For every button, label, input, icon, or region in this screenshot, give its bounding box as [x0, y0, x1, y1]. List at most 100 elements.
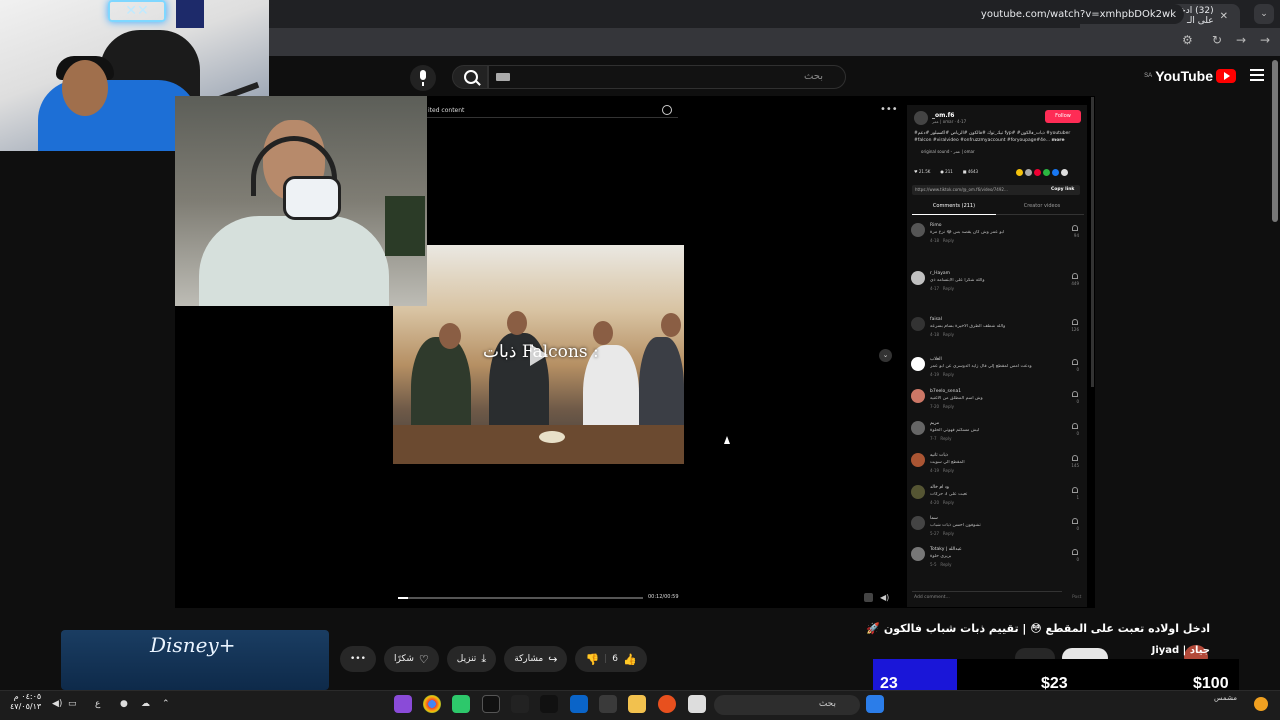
reload-icon[interactable]: ↻	[1212, 33, 1222, 47]
commenter-name[interactable]: b7eelo_sena1	[930, 389, 961, 394]
like-heart-icon[interactable]	[1072, 487, 1078, 493]
add-comment-input[interactable]: Add comment...	[912, 591, 1062, 603]
task-view-icon[interactable]	[688, 695, 706, 713]
commenter-avatar[interactable]	[911, 453, 925, 467]
youtube-logo[interactable]: SA YouTube	[1144, 68, 1236, 84]
comments-count[interactable]: ● 211	[940, 169, 952, 174]
post-comment-button[interactable]: Post	[1072, 595, 1081, 600]
comment-item[interactable]: مريم ليش مسكتم قهوتي الحلوة 7-7 Reply 0	[911, 421, 1081, 451]
like-heart-icon[interactable]	[1072, 391, 1078, 397]
follow-button[interactable]: Follow	[1045, 110, 1081, 123]
app-icon-dark[interactable]	[511, 695, 529, 713]
forward-share-icon[interactable]	[1061, 169, 1068, 176]
forward-icon[interactable]: →	[1236, 33, 1246, 47]
pip-icon[interactable]	[864, 593, 873, 602]
commenter-name[interactable]: ود ام خالد	[930, 485, 949, 490]
like-heart-icon[interactable]	[1072, 225, 1078, 231]
like-heart-icon[interactable]	[1072, 549, 1078, 555]
like-heart-icon[interactable]	[1072, 423, 1078, 429]
comment-item[interactable]: ذبات ثانيه المقطع الي سويت 4-19 Reply 145	[911, 453, 1081, 483]
search-icon[interactable]	[452, 65, 488, 89]
play-icon[interactable]	[530, 344, 548, 366]
commenter-avatar[interactable]	[911, 516, 925, 530]
more-options-icon[interactable]: •••	[880, 104, 898, 115]
comment-item[interactable]: faisal والله شطف الطرق الاخيرة بسام بسرعه…	[911, 317, 1081, 347]
language-indicator[interactable]: ع	[95, 699, 100, 709]
outlook-app-icon[interactable]	[570, 695, 588, 713]
epic-games-icon[interactable]	[482, 695, 500, 713]
like-heart-icon[interactable]	[1072, 518, 1078, 524]
commenter-name[interactable]: ذبات ثانيه	[930, 453, 948, 458]
comment-item[interactable]: Totaky | عبدالله بريري حلوة 5-5 Reply 0	[911, 547, 1081, 577]
commenter-avatar[interactable]	[911, 271, 925, 285]
commenter-avatar[interactable]	[911, 317, 925, 331]
channel-name[interactable]: Jiyad | جياد	[1152, 645, 1210, 656]
address-bar[interactable]: youtube.com/watch?v=xmhpbDOk2wk	[264, 4, 1184, 24]
chrome-app-icon[interactable]	[423, 695, 441, 713]
brave-app-icon[interactable]	[658, 695, 676, 713]
commenter-name[interactable]: Rimo	[930, 223, 942, 228]
download-button[interactable]: تنزيل ⤓	[446, 646, 497, 672]
comments-scrollbar[interactable]	[1091, 97, 1094, 387]
voice-search-mic-icon[interactable]	[410, 65, 436, 91]
like-heart-icon[interactable]	[1072, 359, 1078, 365]
network-tray-icon[interactable]: ▭	[68, 699, 77, 709]
volume-icon[interactable]: ◀)	[880, 593, 889, 602]
dislike-icon[interactable]: 👎	[585, 653, 599, 666]
tiktok-progress-track[interactable]	[398, 597, 643, 599]
tab-comments[interactable]: Comments (211)	[912, 203, 996, 215]
share-button[interactable]: مشاركة ↪	[504, 646, 568, 672]
sound-label[interactable]: original sound - عمر | omar	[921, 149, 975, 154]
author-avatar[interactable]	[914, 111, 928, 125]
tab-creator-videos[interactable]: Creator videos	[1000, 203, 1084, 209]
commenter-name[interactable]: مريم	[930, 421, 939, 426]
app-icon-green[interactable]	[452, 695, 470, 713]
friends-icon[interactable]	[1034, 169, 1041, 176]
store-app-icon[interactable]	[599, 695, 617, 713]
like-heart-icon[interactable]	[1072, 273, 1078, 279]
commenter-name[interactable]: Totaky | عبدالله	[930, 547, 962, 552]
tiktok-app-icon[interactable]	[540, 695, 558, 713]
speaker-tray-icon[interactable]: ◀)	[52, 699, 62, 709]
show-hidden-icons-icon[interactable]: ⌃	[162, 699, 170, 709]
discord-app-icon[interactable]	[394, 695, 412, 713]
cloud-tray-icon[interactable]: ☁	[141, 699, 150, 709]
comment-item[interactable]: b7eelo_sena1 وش اسم المطلق من الاغنيه 7-20…	[911, 389, 1081, 419]
commenter-avatar[interactable]	[911, 357, 925, 371]
share-icon[interactable]	[1016, 169, 1023, 176]
taskbar-search[interactable]: بحث	[714, 695, 860, 715]
saves-count[interactable]: ■ 4643	[963, 169, 978, 174]
settings-icon[interactable]: ⚙	[1182, 33, 1193, 47]
taskbar-clock[interactable]: ٠٤:٠٥ م ٤٧/٠٥/١٣	[10, 692, 41, 712]
like-heart-icon[interactable]	[1072, 319, 1078, 325]
chevron-down-icon[interactable]: ⌄	[879, 349, 892, 362]
more-actions-button[interactable]: •••	[340, 646, 376, 672]
start-button-icon[interactable]	[866, 695, 884, 713]
likes-count[interactable]: ♥ 21.5K	[914, 169, 930, 174]
close-tab-icon[interactable]: ✕	[1220, 11, 1228, 22]
tiktok-search-icon[interactable]	[662, 105, 672, 115]
comment-item[interactable]: Rimo ابو عمر وش كان يقصد بس 😂 نزع مرة 4-18…	[911, 223, 1081, 253]
facebook-icon[interactable]	[1052, 169, 1059, 176]
commenter-name[interactable]: الغلاب	[930, 357, 942, 362]
copy-link-button[interactable]: Copy link	[1051, 187, 1074, 192]
file-explorer-icon[interactable]	[628, 695, 646, 713]
hamburger-menu-icon[interactable]	[1250, 69, 1264, 81]
commenter-name[interactable]: سما	[930, 516, 938, 521]
search-input[interactable]: بحث	[488, 65, 846, 89]
thanks-button[interactable]: شكرًا ♡	[383, 646, 439, 672]
weather-widget[interactable]: مشمس	[1214, 694, 1237, 703]
commenter-name[interactable]: r_Hayam	[930, 271, 950, 276]
embed-icon[interactable]	[1025, 169, 1032, 176]
whatsapp-icon[interactable]	[1043, 169, 1050, 176]
comment-item[interactable]: ود ام خالد تعبت على 3 حركات 4-20 Reply 1	[911, 485, 1081, 515]
commenter-avatar[interactable]	[911, 547, 925, 561]
comment-item[interactable]: الغلاب ودعت أمس لمقطع إلي قال زايد الدوسر…	[911, 357, 1081, 387]
tab-search-button[interactable]: ⌄	[1254, 4, 1274, 24]
keyboard-icon[interactable]	[496, 73, 510, 81]
author-username[interactable]: _om.f6	[932, 112, 954, 119]
commenter-avatar[interactable]	[911, 389, 925, 403]
like-heart-icon[interactable]	[1072, 455, 1078, 461]
back-icon[interactable]: →	[1260, 33, 1270, 47]
comment-item[interactable]: سما تشوفون احسن ذبات شباب 5-27 Reply 0	[911, 516, 1081, 546]
